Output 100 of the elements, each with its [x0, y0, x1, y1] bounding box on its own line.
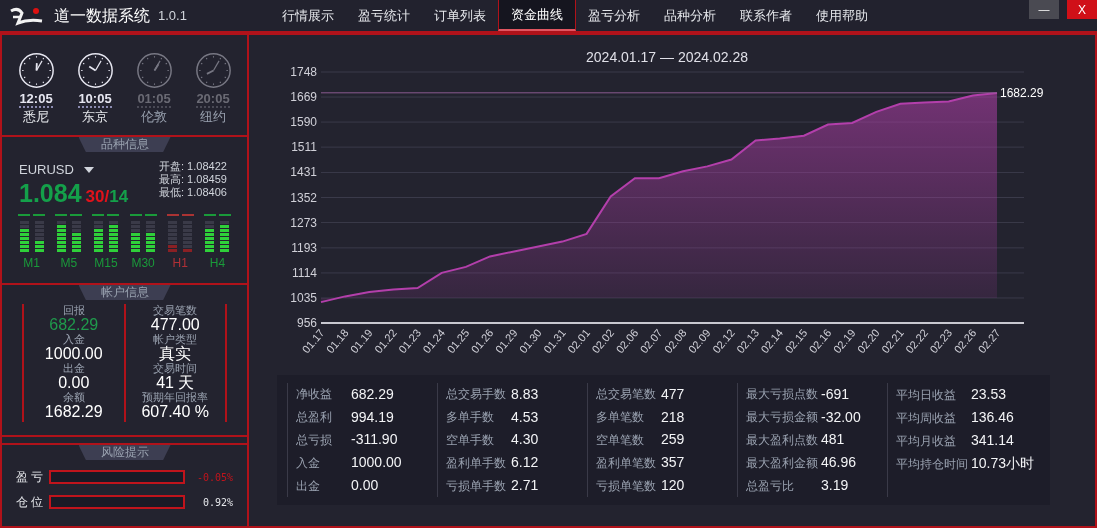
- timeframe-label: M5: [60, 255, 78, 272]
- risk-label: 仓 位: [16, 494, 45, 511]
- axis-label: 1511: [291, 140, 317, 155]
- field-value: 607.40 %: [141, 403, 210, 420]
- field-label: 交易笔数: [153, 304, 198, 316]
- field-value: 41 天: [156, 374, 195, 391]
- field-label: 入金: [62, 333, 85, 345]
- section-title: 风险提示: [78, 445, 171, 460]
- field-value: 0.00: [58, 374, 90, 391]
- symbol-name[interactable]: EURUSD: [19, 160, 74, 180]
- axis-label: 1193: [291, 240, 317, 255]
- stat-value: -32.00: [821, 407, 861, 427]
- nav-tab[interactable]: 订单列表: [421, 0, 498, 31]
- stat-label: 总交易手数: [446, 386, 507, 404]
- stat-value: 2.71: [511, 476, 539, 496]
- stat-value: 682.29: [351, 384, 394, 404]
- risk-value: 0.92%: [202, 495, 233, 510]
- section-title: 品种信息: [78, 137, 171, 152]
- stat-label: 最大亏损点数: [746, 386, 819, 404]
- risk-label: 盈 亏: [16, 469, 45, 486]
- timeframe-label: M1: [23, 255, 40, 272]
- stat-label: 最大盈利金额: [746, 454, 819, 472]
- price-separator: /: [104, 185, 110, 208]
- stat-label: 亏损单笔数: [596, 477, 657, 495]
- stat-value: 6.12: [511, 453, 539, 473]
- nav-tab[interactable]: 盈亏统计: [345, 0, 422, 31]
- timeframe-label: H1: [172, 255, 188, 272]
- close-button[interactable]: X: [1067, 0, 1097, 19]
- stat-label: 平均周收益: [896, 409, 957, 427]
- level-meter: [146, 220, 156, 252]
- field-label: 帐户类型: [153, 333, 198, 345]
- nav-tab[interactable]: 资金曲线: [497, 0, 576, 31]
- stat-label: 入金: [296, 454, 321, 472]
- timeframe-label: M15: [94, 255, 118, 272]
- stat-label: 净收益: [296, 386, 333, 404]
- stat-label: 亏损单手数: [446, 477, 507, 495]
- stat-label: 盈利单笔数: [596, 454, 657, 472]
- level-meter: [34, 220, 44, 252]
- field-label: 出金: [62, 362, 85, 374]
- axis-label: 1590: [290, 115, 317, 130]
- city-name: 伦敦: [141, 108, 167, 125]
- level-meter: [183, 220, 193, 252]
- level-meter: [131, 220, 141, 252]
- level-meter: [71, 220, 81, 252]
- clock-time: 10:05: [78, 92, 112, 108]
- quote-text: 开盘: 1.08422: [159, 160, 227, 173]
- stat-value: 341.14: [971, 431, 1014, 450]
- stat-value: 994.19: [351, 407, 394, 427]
- clock-time: 20:05: [196, 92, 230, 108]
- level-meter: [108, 220, 118, 252]
- quote-text: 最高: 1.08459: [159, 173, 227, 186]
- stat-label: 总亏损: [296, 432, 333, 449]
- level-meter: [19, 220, 29, 252]
- stat-label: 盈利单手数: [446, 454, 507, 472]
- nav-tab[interactable]: 使用帮助: [803, 0, 880, 31]
- stat-value: 218: [661, 407, 685, 427]
- stat-value: 8.83: [511, 384, 539, 404]
- stat-value: 477: [661, 384, 685, 404]
- axis-label: 1035: [290, 290, 317, 305]
- level-meter: [56, 220, 66, 252]
- level-meter: [93, 220, 103, 252]
- app-version: 1.0.1: [158, 6, 187, 25]
- nav-tab[interactable]: 盈亏分析: [575, 0, 652, 31]
- nav-tab[interactable]: 联系作者: [727, 0, 804, 31]
- price-digits: 30: [85, 185, 105, 208]
- stat-value: 136.46: [971, 408, 1014, 427]
- city-name: 悉尼: [23, 108, 49, 125]
- clock-time: 01:05: [137, 92, 171, 108]
- city-name: 东京: [82, 108, 108, 125]
- stat-label: 空单笔数: [596, 432, 645, 449]
- stat-label: 多单手数: [446, 409, 495, 427]
- app-title: 道一数据系统: [54, 5, 150, 26]
- nav-tab[interactable]: 品种分析: [651, 0, 728, 31]
- field-value: 1000.00: [44, 345, 103, 362]
- stat-value: 357: [661, 453, 685, 473]
- timeframe-label: H4: [209, 255, 226, 272]
- stat-label: 平均持仓时间: [896, 455, 969, 473]
- stat-value: 3.19: [821, 476, 849, 496]
- axis-label: 1431: [290, 165, 317, 180]
- stat-label: 出金: [296, 477, 321, 495]
- stat-value: -311.90: [351, 430, 398, 450]
- level-meter: [220, 220, 230, 252]
- clock-time: 12:05: [19, 92, 53, 108]
- dropdown-caret-icon[interactable]: [83, 166, 94, 173]
- minimize-button[interactable]: —: [1029, 0, 1059, 19]
- stat-label: 总交易笔数: [596, 386, 657, 404]
- axis-label: 1669: [290, 90, 317, 105]
- stat-label: 最大亏损金额: [746, 409, 819, 427]
- city-name: 纽约: [200, 108, 226, 125]
- axis-label: 1273: [290, 215, 317, 230]
- field-label: 余额: [62, 391, 85, 403]
- field-value: 1682.29: [44, 403, 103, 420]
- section-title: 帐户信息: [78, 285, 171, 300]
- stat-label: 平均月收益: [896, 432, 957, 450]
- stat-label: 最大盈利点数: [746, 432, 819, 449]
- nav-tab[interactable]: 行情展示: [269, 0, 346, 31]
- field-value: 682.29: [49, 316, 99, 333]
- field-value: 477.00: [150, 316, 200, 333]
- stat-label: 总盈利: [296, 409, 333, 427]
- stat-value: 259: [661, 430, 685, 450]
